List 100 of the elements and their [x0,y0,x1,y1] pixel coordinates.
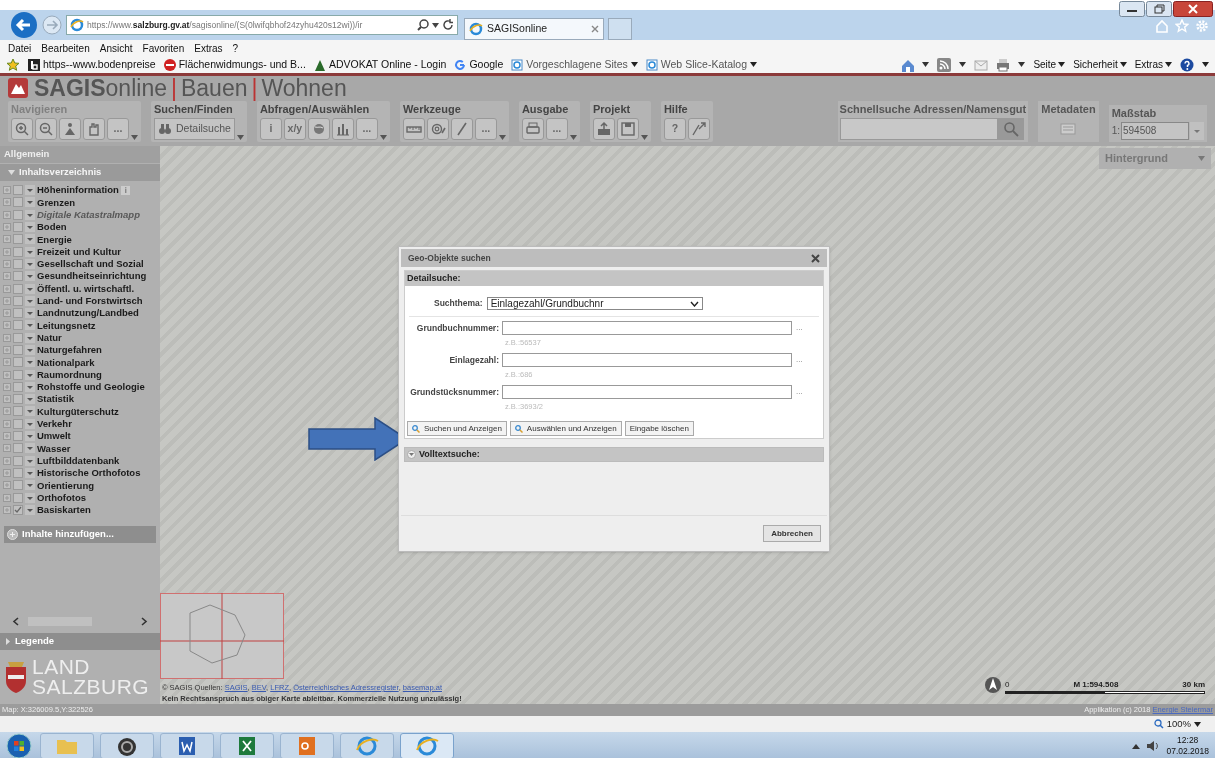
expand-icon[interactable] [3,272,11,281]
minimize-icon[interactable] [1119,1,1145,17]
scale-field[interactable]: 594508 [1121,121,1189,140]
layer-checkbox[interactable] [13,467,23,478]
expand-icon[interactable] [3,456,11,465]
expand-icon[interactable] [3,259,11,268]
expand-icon[interactable] [3,468,11,477]
layer-menu-icon[interactable] [25,504,35,515]
expand-icon[interactable] [3,493,11,502]
layer-checkbox[interactable] [13,504,23,515]
tool-button[interactable] [592,117,615,140]
caret-icon[interactable] [1165,62,1172,67]
tool-button[interactable] [402,117,425,140]
layer-menu-icon[interactable] [25,394,35,405]
layer-name[interactable]: Natur [37,332,62,343]
chevron-left-icon[interactable] [12,616,19,626]
layer-menu-icon[interactable] [25,455,35,466]
expand-icon[interactable] [3,210,11,219]
home-icon[interactable] [900,57,915,72]
layer-checkbox[interactable] [13,357,23,368]
menu-item[interactable]: Extras [194,40,223,56]
tool-button[interactable] [616,117,639,140]
layer-name[interactable]: Freizeit und Kultur [37,246,121,257]
tool-button[interactable] [35,117,57,140]
tray-arrow-icon[interactable] [1132,743,1141,749]
layer-menu-icon[interactable] [25,308,35,319]
expand-icon[interactable] [3,444,11,453]
layer-menu-icon[interactable] [25,185,35,196]
expand-icon[interactable] [3,309,11,318]
layer-name[interactable]: Basiskarten [37,505,91,515]
tool-button[interactable] [450,117,473,140]
expand-icon[interactable] [3,223,11,232]
caret-icon[interactable] [922,62,930,67]
browser-tab[interactable]: SAGISonline [464,18,604,40]
layer-name[interactable]: Kulturgüterschutz [37,406,119,417]
expand-icon[interactable] [3,395,11,404]
expand-icon[interactable] [3,407,11,416]
layer-name[interactable]: Verkehr [37,419,72,429]
layer-name[interactable]: Leitungsnetz [37,320,96,331]
layer-menu-icon[interactable] [25,357,35,368]
layer-checkbox[interactable] [13,332,23,343]
expand-icon[interactable] [3,432,11,441]
layer-menu-icon[interactable] [25,492,35,503]
info-icon[interactable] [120,185,130,195]
layer-menu-icon[interactable] [25,246,35,257]
more-button[interactable]: ... [796,356,803,364]
search-tool-button[interactable]: Detailsuche [154,117,235,140]
section-header[interactable]: Volltextsuche: [404,447,824,462]
printer-icon[interactable] [996,57,1011,72]
action-button[interactable]: Eingabe löschen [624,421,694,436]
section-header[interactable]: Detailsuche: [405,271,823,286]
menu-item[interactable]: Favoriten [142,40,185,56]
layer-checkbox[interactable] [13,369,23,380]
caret-icon[interactable] [1018,62,1026,67]
close-icon[interactable] [811,253,820,263]
layer-name[interactable]: Raumordnung [37,369,102,380]
quick-search-field[interactable] [839,117,998,140]
tool-button[interactable] [307,117,330,140]
search-button[interactable] [997,117,1024,140]
tool-button[interactable] [11,117,33,140]
start-button-icon[interactable] [4,732,34,758]
layer-name[interactable]: Naturgefahren [37,345,102,355]
command-menu[interactable]: Extras [1134,57,1172,72]
layer-checkbox[interactable] [13,222,23,233]
layer-menu-icon[interactable] [25,258,35,269]
layer-checkbox[interactable] [13,320,23,331]
layer-checkbox[interactable] [13,197,23,208]
layer-name[interactable]: Öffentl. u. wirtschaftl. [37,283,135,294]
expand-icon[interactable] [3,358,11,367]
restore-icon[interactable] [1146,1,1172,17]
layer-checkbox[interactable] [13,480,23,491]
layer-checkbox[interactable] [13,234,23,245]
layer-menu-icon[interactable] [25,381,35,392]
layer-checkbox[interactable] [13,394,23,405]
layer-checkbox[interactable] [13,418,23,429]
layer-name[interactable]: Rohstoffe und Geologie [37,382,145,392]
close-icon[interactable] [1173,1,1213,17]
layer-name[interactable]: Statistik [37,394,74,404]
caret-icon[interactable] [432,22,439,28]
layer-name[interactable]: Orthofotos [37,492,87,503]
mail-icon[interactable] [974,57,989,72]
layer-menu-icon[interactable] [25,234,35,245]
layer-checkbox[interactable] [13,271,23,282]
layer-checkbox[interactable] [13,295,23,306]
layer-menu-icon[interactable] [25,222,35,233]
expand-icon[interactable] [3,247,11,256]
caret-icon[interactable] [1202,62,1209,67]
layer-name[interactable]: Höheninformation [37,185,119,195]
layer-menu-icon[interactable] [25,320,35,331]
search-icon[interactable] [417,19,429,31]
layer-checkbox[interactable] [13,381,23,392]
layer-name[interactable]: Energie [37,234,72,245]
layer-checkbox[interactable] [13,185,23,196]
tool-button[interactable]: i [259,117,282,140]
layer-name[interactable]: Boden [37,222,67,232]
taskbar-button[interactable] [160,733,214,758]
caret-icon[interactable] [1194,721,1201,727]
tool-button[interactable] [687,117,710,140]
layer-name[interactable]: Luftbilddatenbank [37,455,120,466]
favorite-link[interactable]: Google [454,56,504,73]
